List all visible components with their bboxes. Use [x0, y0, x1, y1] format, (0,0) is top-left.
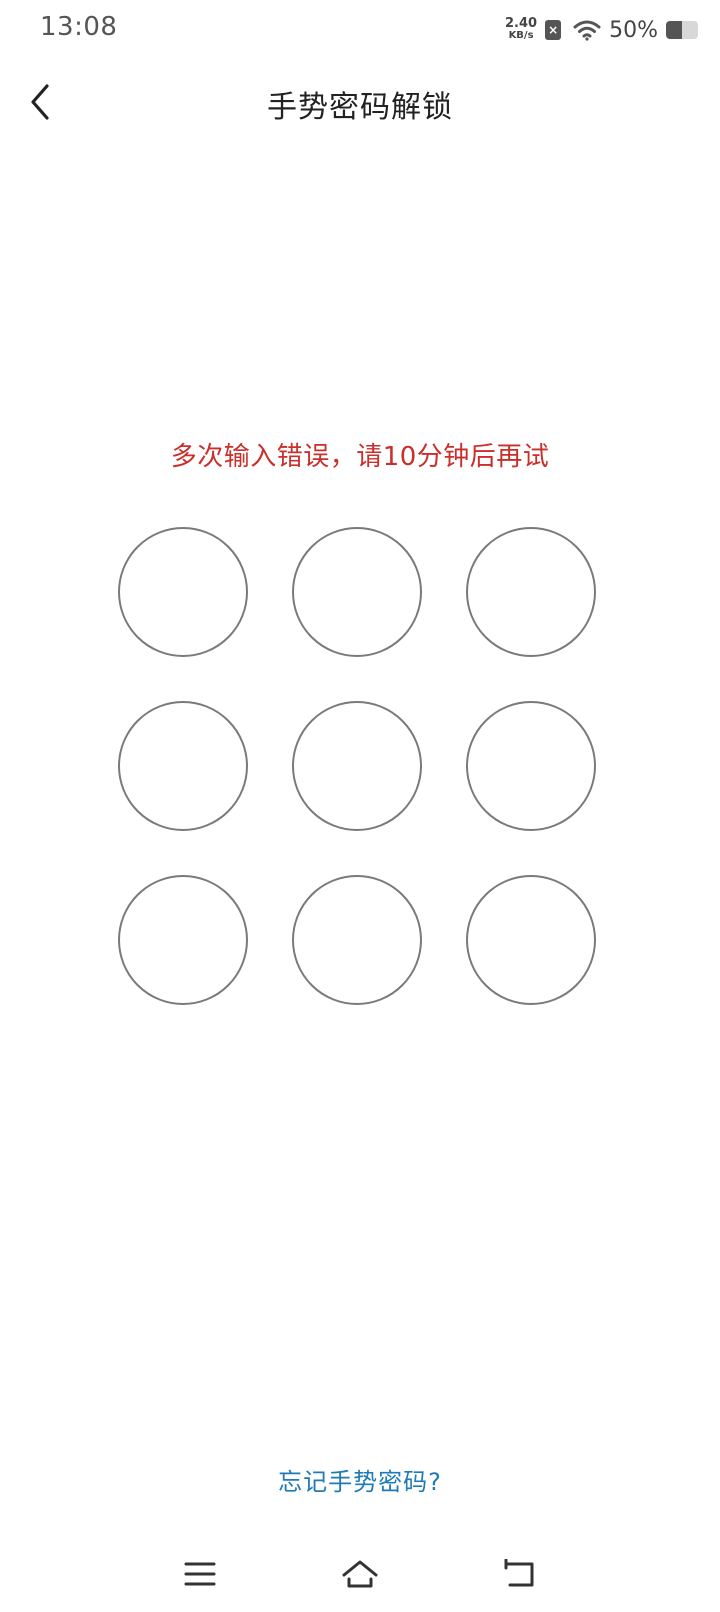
gesture-dot[interactable] [466, 527, 596, 657]
error-message: 多次输入错误，请10分钟后再试 [170, 442, 550, 472]
gesture-dot[interactable] [118, 527, 248, 657]
gesture-dot[interactable] [118, 875, 248, 1005]
status-indicators: 2.40 KB/s × 50% [505, 14, 698, 46]
gesture-dot[interactable] [292, 701, 422, 831]
gesture-dot[interactable] [292, 527, 422, 657]
navigation-bar [0, 1540, 720, 1612]
battery-level-fill [666, 21, 682, 39]
battery-percent: 50% [609, 17, 658, 43]
gesture-dot[interactable] [466, 701, 596, 831]
page-title: 手势密码解锁 [267, 90, 453, 125]
status-bar: 13:08 2.40 KB/s × 50% [0, 0, 720, 58]
gesture-unlock-screen: 13:08 2.40 KB/s × 50% 手势密码解锁 多次输入错误，请10分… [0, 0, 720, 1612]
nav-back-button[interactable] [490, 1552, 550, 1596]
forgot-gesture-link[interactable]: 忘记手势密码? [0, 1462, 720, 1497]
nav-menu-button[interactable] [170, 1552, 230, 1596]
menu-icon [184, 1562, 216, 1586]
sim-x-icon: × [545, 20, 562, 40]
home-icon [342, 1560, 378, 1588]
network-speed-value: 2.40 [505, 16, 538, 31]
gesture-dot[interactable] [466, 875, 596, 1005]
gesture-grid[interactable] [118, 527, 596, 1005]
header: 手势密码解锁 [0, 60, 720, 144]
gesture-dot[interactable] [118, 701, 248, 831]
network-speed: 2.40 KB/s [505, 16, 538, 42]
battery-icon [666, 21, 698, 39]
back-icon [504, 1559, 534, 1587]
gesture-dot[interactable] [292, 875, 422, 1005]
nav-home-button[interactable] [330, 1552, 390, 1596]
network-speed-unit: KB/s [508, 30, 534, 41]
wifi-icon [573, 20, 601, 41]
status-time: 13:08 [40, 12, 118, 42]
